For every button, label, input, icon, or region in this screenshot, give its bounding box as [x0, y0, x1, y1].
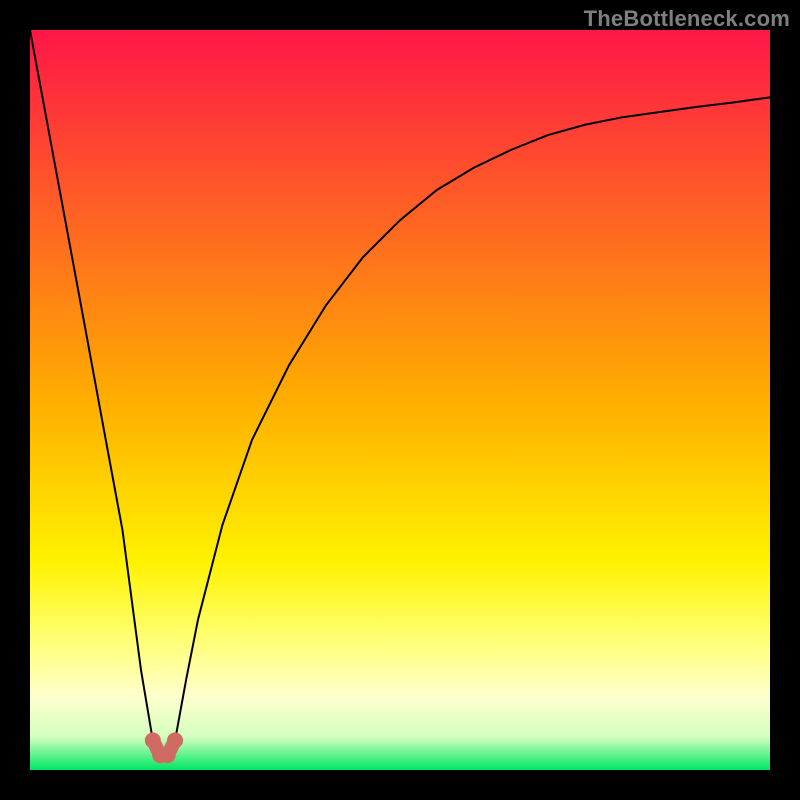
- gradient-background: [30, 30, 770, 770]
- marker-dip-left: [145, 732, 161, 748]
- marker-dip-bottom-right: [160, 747, 176, 763]
- watermark-text: TheBottleneck.com: [584, 6, 790, 32]
- marker-dip-right: [167, 732, 183, 748]
- chart-frame: TheBottleneck.com: [0, 0, 800, 800]
- plot-area: [30, 30, 770, 770]
- chart-svg: [30, 30, 770, 770]
